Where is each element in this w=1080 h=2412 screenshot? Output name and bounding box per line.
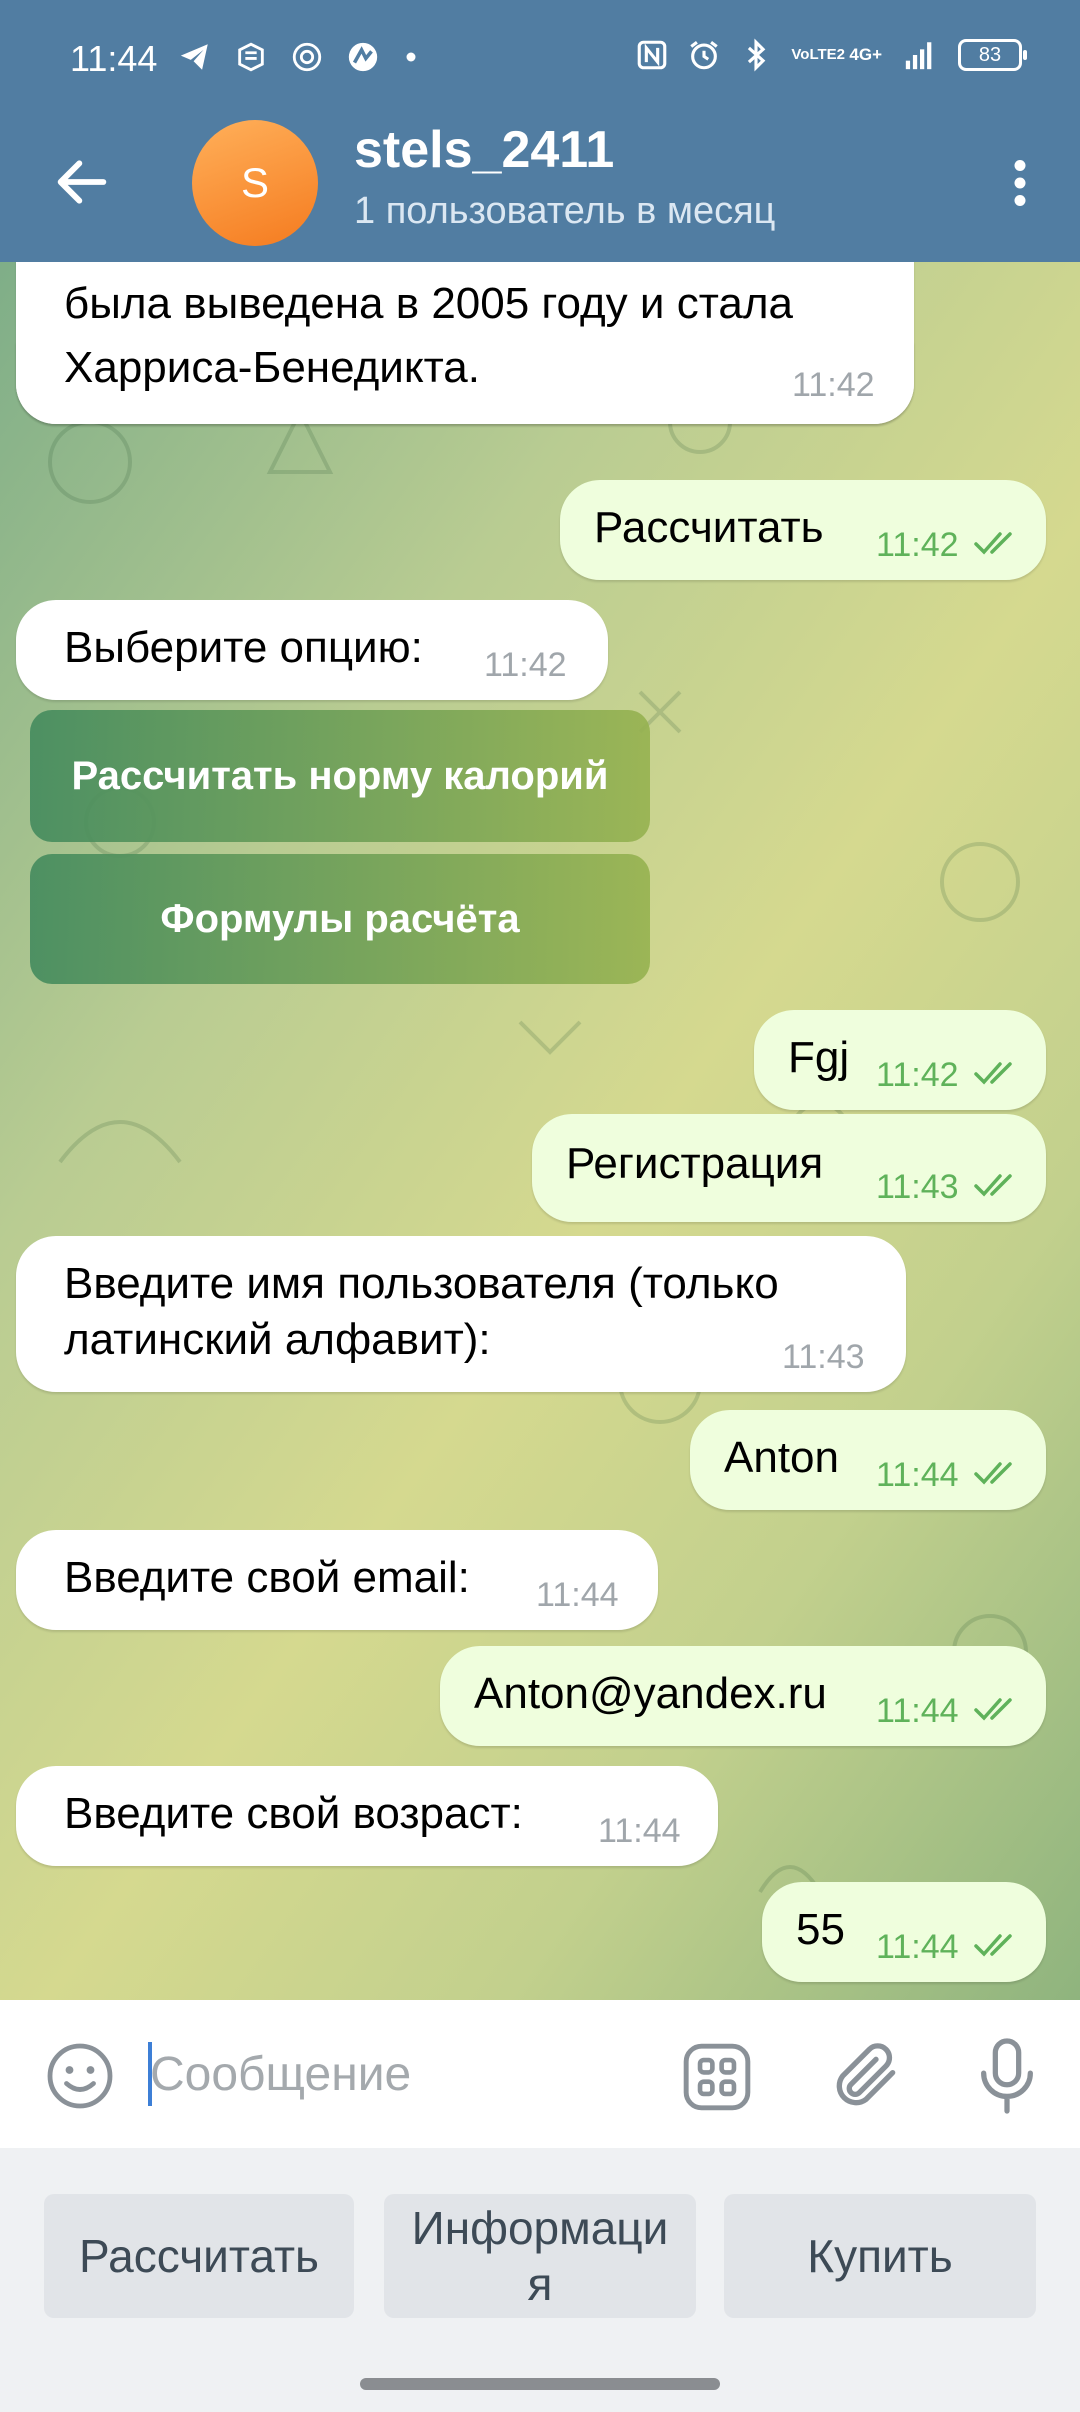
double-check-icon: [974, 1062, 1012, 1085]
message-bubble-outgoing[interactable]: Anton@yandex.ru 11:44: [440, 1646, 1046, 1746]
chat-messages-area[interactable]: была выведена в 2005 году и стала заменя…: [0, 262, 1080, 2000]
status-time: 11:44: [70, 38, 158, 79]
message-bubble-outgoing[interactable]: Anton 11:44: [690, 1410, 1046, 1510]
message-input[interactable]: [150, 2036, 630, 2112]
chat-title[interactable]: stels_2411: [354, 120, 614, 180]
avatar[interactable]: S: [192, 120, 318, 246]
text-cursor: [148, 2042, 152, 2106]
keyboard-button-buy[interactable]: Купить: [724, 2194, 1036, 2318]
inline-button-label: Рассчитать норму калорий: [71, 754, 609, 798]
alarm-icon: [690, 41, 719, 70]
system-icons: VoLTE2 4G+ 83: [635, 38, 1027, 72]
message-text: Anton@yandex.ru: [474, 1669, 827, 1718]
message-text-line: Введите имя пользователя (только: [64, 1259, 779, 1308]
telegram-chat-screen: 11:44 VoLTE2 4G+ 83 S stels_2411 1 польз…: [0, 0, 1080, 2412]
paperclip-icon[interactable]: [826, 2036, 906, 2116]
more-notifications-dot-icon: [406, 52, 416, 62]
message-bubble-incoming[interactable]: Введите имя пользователя (только латинск…: [16, 1236, 906, 1392]
message-text: Fgj: [788, 1033, 850, 1082]
message-time: 11:42: [876, 526, 959, 564]
message-text-line: латинский алфавит):: [64, 1315, 491, 1364]
home-indicator[interactable]: [360, 2378, 720, 2390]
message-text: Anton: [724, 1433, 839, 1482]
message-input-bar: [0, 2000, 1080, 2148]
message-bubble-outgoing[interactable]: Регистрация 11:43: [532, 1114, 1046, 1222]
volte-label: VoLTE2: [791, 46, 846, 63]
message-time: 11:42: [484, 646, 567, 684]
message-text: Выберите опцию:: [64, 623, 423, 672]
chat-header: S stels_2411 1 пользователь в месяц: [0, 120, 1080, 262]
signal-icon: [905, 42, 932, 70]
message-text: 55: [796, 1905, 845, 1954]
keyboard-button-label: Купить: [807, 2230, 953, 2282]
keyboard-button-label: Рассчитать: [78, 2230, 320, 2282]
nfc-icon: [638, 40, 667, 70]
arrow-left-icon[interactable]: [50, 150, 114, 214]
microphone-icon[interactable]: [972, 2034, 1042, 2118]
inline-button-label: Формулы расчёта: [160, 897, 520, 941]
double-check-icon: [974, 1698, 1012, 1721]
inline-button-calculate-calories[interactable]: Рассчитать норму калорий: [30, 710, 650, 842]
keyboard-button-label-line1: Информаци: [411, 2202, 669, 2254]
status-bar: 11:44 VoLTE2 4G+ 83: [0, 0, 1080, 120]
inline-button-formulas[interactable]: Формулы расчёта: [30, 854, 650, 984]
message-text: Регистрация: [566, 1139, 824, 1188]
telegram-icon: [180, 44, 208, 70]
message-time: 11:44: [876, 1928, 959, 1966]
message-time: 11:44: [876, 1456, 959, 1494]
message-text: Рассчитать: [594, 503, 824, 552]
message-text-line: была выведена в 2005 году и стала: [64, 279, 793, 328]
message-time: 11:44: [536, 1576, 619, 1614]
chat-subtitle: 1 пользователь в месяц: [354, 190, 776, 232]
bluetooth-icon: [748, 38, 766, 72]
double-check-icon: [974, 1174, 1012, 1197]
message-time: 11:42: [876, 1056, 959, 1094]
battery-indicator: 83: [958, 39, 1027, 71]
message-bubble-outgoing[interactable]: 55 11:44: [762, 1882, 1046, 1982]
double-check-icon: [974, 1462, 1012, 1485]
message-bubble-outgoing[interactable]: Рассчитать 11:42: [560, 480, 1046, 580]
message-time: 11:42: [792, 366, 875, 404]
message-time: 11:44: [876, 1692, 959, 1730]
badge-notification-icon: [292, 42, 322, 72]
keyboard-button-information[interactable]: Информаци я: [384, 2194, 696, 2318]
message-bubble-incoming[interactable]: Введите свой email: 11:44: [16, 1530, 658, 1630]
reply-keyboard: Рассчитать Информаци я Купить: [0, 2148, 1080, 2412]
message-bubble-incoming[interactable]: Введите свой возраст: 11:44: [16, 1766, 718, 1866]
grid-icon[interactable]: [680, 2040, 754, 2114]
sync-notification-icon: [348, 42, 378, 72]
double-check-icon: [974, 532, 1012, 555]
keyboard-button-label-line2: я: [527, 2258, 553, 2310]
message-bubble-outgoing[interactable]: Fgj 11:42: [754, 1010, 1046, 1110]
keyboard-button-calculate[interactable]: Рассчитать: [44, 2194, 354, 2318]
message-text: Введите свой email:: [64, 1553, 470, 1602]
notification-icons: [178, 40, 420, 74]
more-vertical-icon[interactable]: [990, 148, 1050, 218]
message-time: 11:44: [598, 1812, 681, 1850]
double-check-icon: [974, 1934, 1012, 1957]
network-type-label: 4G+: [849, 45, 882, 64]
smile-icon[interactable]: [44, 2040, 116, 2112]
app-notification-icon: [238, 42, 264, 72]
message-bubble-incoming-tail: Харриса-Бенедикта. 11:42: [16, 342, 914, 424]
message-bubble-incoming[interactable]: Выберите опцию: 11:42: [16, 600, 608, 700]
message-time: 11:43: [876, 1168, 959, 1206]
message-text-line: Харриса-Бенедикта.: [64, 343, 480, 392]
message-time: 11:43: [782, 1338, 865, 1376]
top-bar: 11:44 VoLTE2 4G+ 83 S stels_2411 1 польз…: [0, 0, 1080, 262]
message-text: Введите свой возраст:: [64, 1789, 523, 1838]
